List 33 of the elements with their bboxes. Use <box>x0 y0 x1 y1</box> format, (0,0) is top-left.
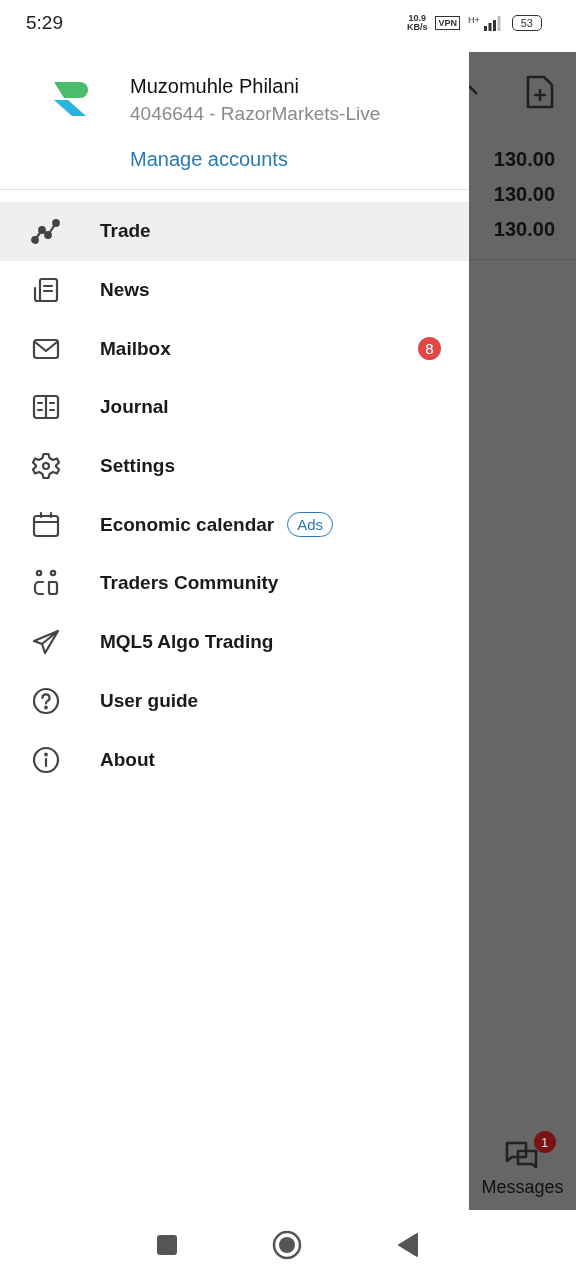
battery-indicator: 53 <box>511 15 542 31</box>
account-name: Muzomuhle Philani <box>130 74 300 99</box>
price-value: 130.00 <box>493 148 555 171</box>
price-value: 130.00 <box>493 183 555 206</box>
calendar-icon <box>31 509 61 540</box>
menu-item[interactable]: Traders Community <box>0 554 469 613</box>
help-icon <box>31 685 61 716</box>
messages-tab[interactable]: 1 Messages <box>469 1127 576 1210</box>
menu-item[interactable]: Journal <box>0 378 469 437</box>
menu-item[interactable]: Settings <box>0 436 469 496</box>
notification-badge: 1 <box>533 1131 556 1153</box>
menu-item[interactable]: Economic calendar Ads <box>0 495 469 555</box>
home-button[interactable] <box>272 1230 302 1260</box>
price-value: 130.00 <box>493 218 555 241</box>
status-time: 5:29 <box>26 12 63 34</box>
chart-line-icon <box>31 216 61 247</box>
menu-item[interactable]: User guide <box>0 671 469 731</box>
account-server: 4046644 - RazorMarkets-Live <box>130 102 381 126</box>
vpn-indicator: VPN <box>435 16 460 30</box>
settings-icon <box>31 451 61 482</box>
network-speed: 10.9 <box>408 14 426 23</box>
back-button[interactable] <box>397 1232 419 1258</box>
menu-item[interactable]: News <box>0 260 469 320</box>
new-document-icon <box>526 75 554 109</box>
unread-count-badge: 8 <box>418 337 441 361</box>
menu-item[interactable]: About <box>0 730 469 789</box>
manage-accounts-link[interactable]: Manage accounts <box>130 148 381 171</box>
menu-item[interactable]: Trade <box>0 202 469 261</box>
speed-unit: KB/s <box>406 23 428 32</box>
network-type: H+ <box>468 15 480 25</box>
info-icon <box>31 744 61 775</box>
menu-item[interactable]: Mailbox 8 <box>0 319 469 379</box>
menu-item[interactable]: MQL5 Algo Trading <box>0 612 469 672</box>
